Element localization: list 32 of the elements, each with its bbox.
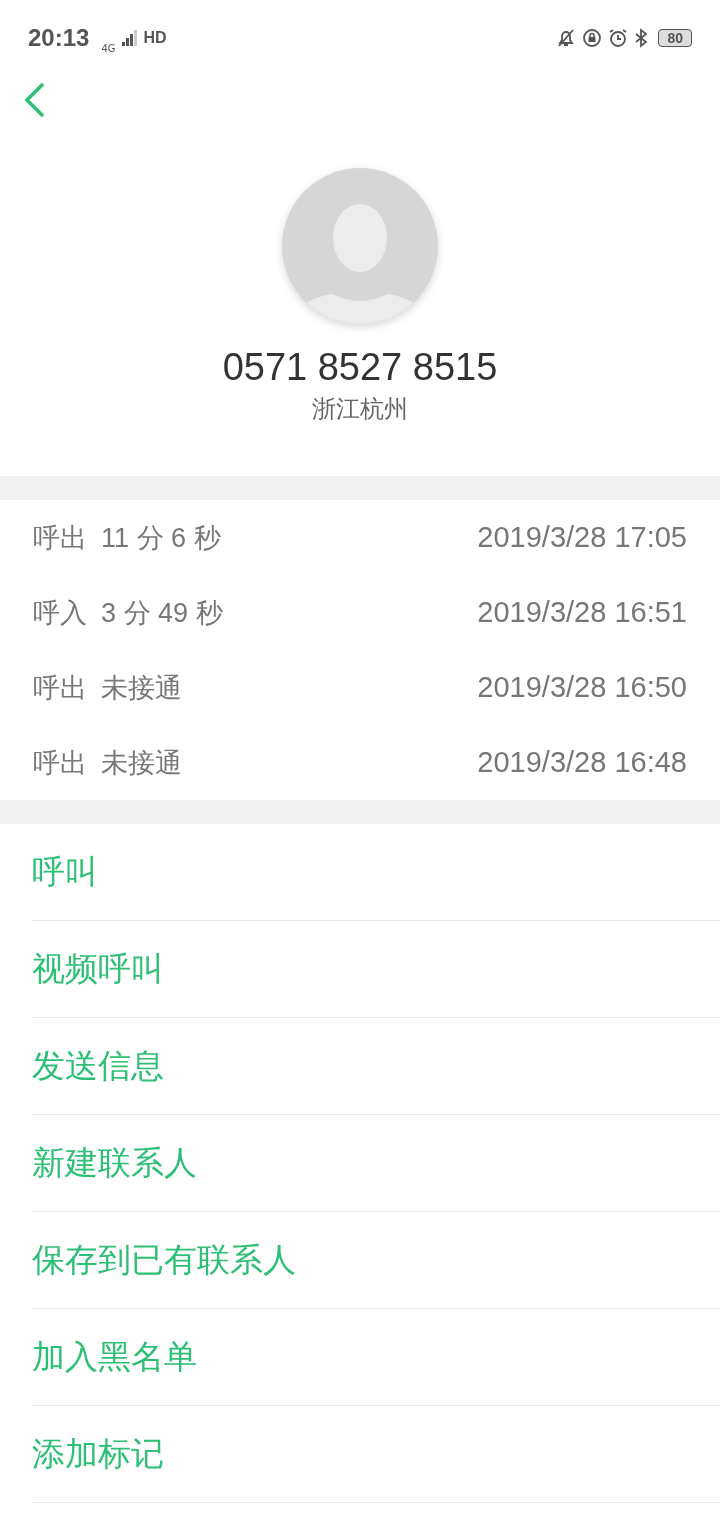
signal-icon [121,29,138,46]
action-item[interactable]: 添加标记 [32,1406,720,1503]
call-time: 2019/3/28 16:51 [477,596,687,629]
call-type: 呼出 [33,521,87,555]
call-duration: 未接通 [101,746,182,780]
action-item[interactable]: 呼叫 [32,824,720,921]
call-duration: 11 分 6 秒 [101,521,221,555]
location-label: 浙江杭州 [312,394,408,425]
avatar-icon [282,168,438,324]
action-item[interactable]: 新建联系人 [32,1115,720,1212]
action-item[interactable]: 保存到已有联系人 [32,1212,720,1309]
call-time: 2019/3/28 16:48 [477,746,687,779]
network-label: 4G [101,43,116,54]
call-duration: 3 分 49 秒 [101,596,223,630]
status-time: 20:13 [28,23,90,52]
call-duration: 未接通 [101,671,182,705]
call-type: 呼出 [33,671,87,705]
call-type: 呼出 [33,746,87,780]
action-item[interactable]: 视频呼叫 [32,921,720,1018]
battery-icon: 80 [658,28,692,47]
hd-label: HD [143,28,167,47]
phone-number: 0571 8527 8515 [222,346,498,389]
call-time: 2019/3/28 16:50 [477,671,687,704]
call-time: 2019/3/28 17:05 [477,521,687,554]
bell-off-icon [556,27,577,48]
action-item[interactable]: 发送信息 [32,1018,720,1115]
bluetooth-icon [634,27,649,48]
back-button[interactable] [24,82,46,118]
call-type: 呼入 [33,596,87,630]
rotation-lock-icon [582,27,603,48]
action-item[interactable]: 加入黑名单 [32,1309,720,1406]
alarm-icon [608,27,629,48]
